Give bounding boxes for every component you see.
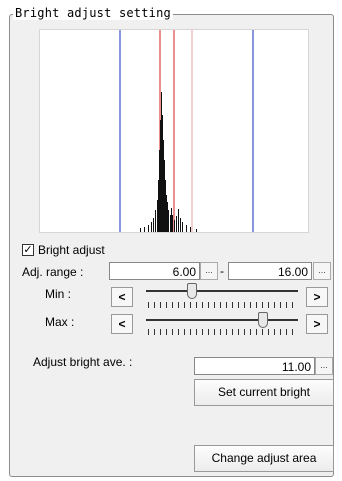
adjust-bright-ave-field[interactable]: 11.00 — [194, 357, 315, 375]
min-slider-ticks — [148, 302, 298, 308]
histogram-bars — [140, 92, 197, 232]
adj-range-separator: - — [220, 264, 224, 278]
min-increase-button[interactable]: > — [306, 287, 328, 307]
adj-range-label: Adj. range : — [22, 265, 84, 279]
bright-adjust-checkbox[interactable]: ✓ — [22, 244, 34, 256]
adj-range-min-field[interactable]: 6.00 — [109, 262, 200, 280]
adj-range-max-field[interactable]: 16.00 — [228, 262, 312, 280]
adj-range-max-edit-button[interactable]: ... — [313, 262, 331, 280]
histogram-view — [39, 29, 309, 233]
adjust-bright-ave-edit-button[interactable]: ... — [315, 357, 333, 375]
min-slider-label: Min : — [45, 287, 72, 301]
max-increase-button[interactable]: > — [306, 314, 328, 334]
histogram-svg — [119, 30, 254, 232]
change-adjust-area-button[interactable]: Change adjust area — [194, 445, 334, 472]
max-decrease-button[interactable]: < — [111, 314, 133, 334]
adj-range-min-edit-button[interactable]: ... — [200, 262, 218, 280]
check-mark-icon: ✓ — [23, 244, 33, 256]
max-slider-track[interactable] — [146, 319, 298, 321]
min-slider-thumb[interactable] — [187, 283, 197, 299]
max-slider-thumb[interactable] — [258, 312, 268, 328]
min-decrease-button[interactable]: < — [111, 287, 133, 307]
max-slider-ticks — [148, 329, 298, 335]
group-title: Bright adjust setting — [13, 6, 173, 20]
adjust-bright-ave-label: Adjust bright ave. : — [33, 355, 133, 369]
set-current-bright-button[interactable]: Set current bright — [194, 379, 334, 406]
min-slider-track[interactable] — [146, 290, 298, 292]
max-slider-label: Max : — [45, 315, 75, 329]
bright-adjust-label: Bright adjust — [38, 243, 105, 257]
